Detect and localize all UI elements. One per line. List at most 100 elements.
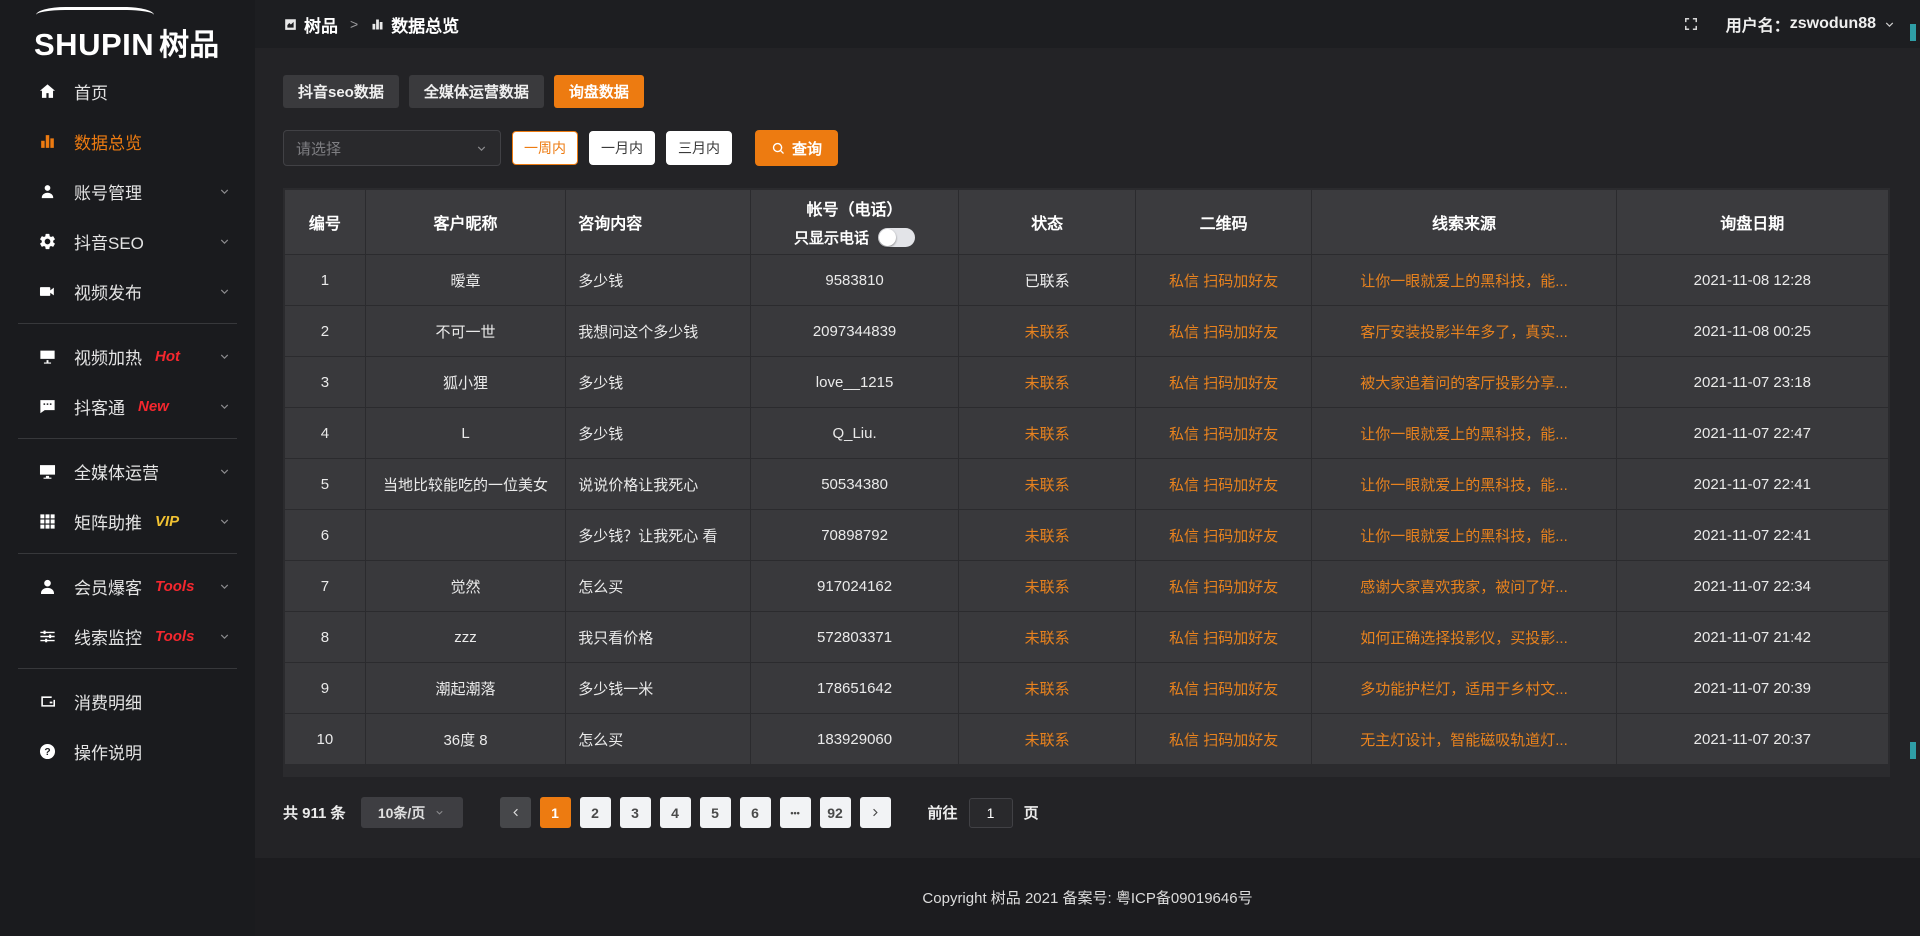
more-pages-button[interactable]: ••• bbox=[780, 797, 811, 828]
svg-text:?: ? bbox=[44, 746, 50, 757]
scrollbar-mark-bottom[interactable] bbox=[1910, 742, 1916, 759]
sidebar-item-label: 抖音SEO bbox=[74, 229, 144, 254]
qrcode-links[interactable]: 私信 扫码加好友 bbox=[1169, 477, 1278, 494]
query-button[interactable]: 查询 bbox=[755, 130, 838, 166]
filter-select[interactable]: 请选择 bbox=[283, 130, 501, 166]
cell-qrcode: 私信 扫码加好友 bbox=[1136, 357, 1312, 407]
scrollbar-mark-top[interactable] bbox=[1910, 24, 1916, 41]
tab-douyin-seo-data[interactable]: 抖音seo数据 bbox=[283, 75, 399, 108]
table-row: 5当地比较能吃的一位美女说说价格让我死心50534380未联系私信 扫码加好友让… bbox=[285, 459, 1888, 509]
cell-date: 2021-11-07 23:18 bbox=[1617, 357, 1888, 407]
sidebar-item-member-baoke[interactable]: 会员爆客Tools bbox=[0, 561, 255, 611]
cell-nickname: 不可一世 bbox=[366, 306, 566, 356]
cell-id: 2 bbox=[285, 306, 365, 356]
cell-source: 无主灯设计，智能磁吸轨道灯... bbox=[1312, 714, 1615, 764]
cell-date: 2021-11-07 22:41 bbox=[1617, 510, 1888, 560]
table-row: 1036度 8怎么买183929060未联系私信 扫码加好友无主灯设计，智能磁吸… bbox=[285, 714, 1888, 764]
qrcode-links[interactable]: 私信 扫码加好友 bbox=[1169, 681, 1278, 698]
page-button-2[interactable]: 2 bbox=[580, 797, 611, 828]
filter-select-placeholder: 请选择 bbox=[296, 138, 341, 159]
sidebar-menu: 首页数据总览账号管理抖音SEO 视频发布视频加热Hot抖客通New 全媒体运营矩阵助… bbox=[0, 64, 255, 776]
chevron-down-icon bbox=[475, 142, 488, 155]
page-button-1[interactable]: 1 bbox=[540, 797, 571, 828]
sidebar-item-video-heat[interactable]: 视频加热Hot bbox=[0, 331, 255, 381]
time-range-buttons: 一周内一月内三月内 bbox=[512, 131, 732, 165]
page-size-select[interactable]: 10条/页 bbox=[361, 797, 463, 828]
sidebar-item-media-operation[interactable]: 全媒体运营 bbox=[0, 446, 255, 496]
chevron-left-icon bbox=[509, 806, 522, 819]
source-link[interactable]: 多功能护栏灯，适用于乡村文... bbox=[1360, 681, 1568, 698]
source-link[interactable]: 被大家追着问的客厅投影分享... bbox=[1360, 375, 1568, 392]
menu-divider bbox=[18, 323, 237, 324]
sidebar-item-douyin-seo[interactable]: 抖音SEO bbox=[0, 216, 255, 266]
source-link[interactable]: 让你一眼就爱上的黑科技，能... bbox=[1360, 273, 1568, 290]
sidebar-item-badge: Hot bbox=[155, 348, 180, 365]
source-link[interactable]: 感谢大家喜欢我家，被问了好... bbox=[1360, 579, 1568, 596]
cell-content: 说说价格让我死心 bbox=[566, 459, 750, 509]
status-badge: 已联系 bbox=[1025, 273, 1070, 290]
status-badge: 未联系 bbox=[1025, 324, 1070, 341]
goto-label: 前往 bbox=[928, 802, 958, 823]
main-column: 树品 > 数据总览 用户名：zswodun88 抖音seo数据全媒体运营数据询盘… bbox=[255, 0, 1920, 936]
goto-page-input[interactable] bbox=[969, 798, 1013, 828]
column-header-0: 编号 bbox=[285, 190, 365, 254]
qrcode-links[interactable]: 私信 扫码加好友 bbox=[1169, 732, 1278, 749]
user-menu[interactable]: 用户名：zswodun88 bbox=[1726, 12, 1896, 36]
page-button-3[interactable]: 3 bbox=[620, 797, 651, 828]
sidebar-item-help[interactable]: ?操作说明 bbox=[0, 726, 255, 776]
sidebar-item-home[interactable]: 首页 bbox=[0, 66, 255, 116]
qrcode-links[interactable]: 私信 扫码加好友 bbox=[1169, 273, 1278, 290]
phone-only-toggle[interactable] bbox=[878, 228, 915, 247]
page-button-4[interactable]: 4 bbox=[660, 797, 691, 828]
source-link[interactable]: 如何正确选择投影仪，买投影... bbox=[1360, 630, 1568, 647]
cell-id: 5 bbox=[285, 459, 365, 509]
sidebar-item-data-overview[interactable]: 数据总览 bbox=[0, 116, 255, 166]
menu-divider bbox=[18, 438, 237, 439]
phone-toggle-row: 只显示电话 bbox=[751, 227, 958, 248]
breadcrumb-separator: > bbox=[350, 16, 358, 32]
cell-source: 让你一眼就爱上的黑科技，能... bbox=[1312, 255, 1615, 305]
cell-qrcode: 私信 扫码加好友 bbox=[1136, 408, 1312, 458]
time-button-three-months[interactable]: 三月内 bbox=[666, 131, 732, 165]
page-button-6[interactable]: 6 bbox=[740, 797, 771, 828]
username-value: zswodun88 bbox=[1790, 15, 1876, 33]
wallet-icon bbox=[38, 692, 57, 711]
cell-id: 1 bbox=[285, 255, 365, 305]
cell-status: 未联系 bbox=[959, 408, 1135, 458]
sidebar-item-label: 线索监控 bbox=[74, 624, 142, 649]
qrcode-links[interactable]: 私信 扫码加好友 bbox=[1169, 630, 1278, 647]
qrcode-links[interactable]: 私信 扫码加好友 bbox=[1169, 528, 1278, 545]
cell-date: 2021-11-08 12:28 bbox=[1617, 255, 1888, 305]
time-button-one-month[interactable]: 一月内 bbox=[589, 131, 655, 165]
qrcode-links[interactable]: 私信 扫码加好友 bbox=[1169, 375, 1278, 392]
account-column-title: 帐号（电话） bbox=[751, 196, 958, 220]
sidebar-item-account-manage[interactable]: 账号管理 bbox=[0, 166, 255, 216]
time-button-one-week[interactable]: 一周内 bbox=[512, 131, 578, 165]
tab-media-operation-data[interactable]: 全媒体运营数据 bbox=[409, 75, 544, 108]
cell-content: 多少钱一米 bbox=[566, 663, 750, 713]
sidebar-item-douketong[interactable]: 抖客通New bbox=[0, 381, 255, 431]
page-button-92[interactable]: 92 bbox=[820, 797, 851, 828]
sidebar-item-label: 抖客通 bbox=[74, 394, 125, 419]
sidebar-item-video-publish[interactable]: 视频发布 bbox=[0, 266, 255, 316]
source-link[interactable]: 无主灯设计，智能磁吸轨道灯... bbox=[1360, 732, 1568, 749]
source-link[interactable]: 客厅安装投影半年多了，真实... bbox=[1360, 324, 1568, 341]
prev-page-button[interactable] bbox=[500, 797, 531, 828]
chevron-down-icon bbox=[434, 807, 445, 818]
page-button-5[interactable]: 5 bbox=[700, 797, 731, 828]
qrcode-links[interactable]: 私信 扫码加好友 bbox=[1169, 426, 1278, 443]
qrcode-links[interactable]: 私信 扫码加好友 bbox=[1169, 324, 1278, 341]
next-page-button[interactable] bbox=[860, 797, 891, 828]
sidebar-item-matrix-boost[interactable]: 矩阵助推VIP bbox=[0, 496, 255, 546]
source-link[interactable]: 让你一眼就爱上的黑科技，能... bbox=[1360, 426, 1568, 443]
sidebar-item-clue-monitor[interactable]: 线索监控Tools bbox=[0, 611, 255, 661]
cell-id: 10 bbox=[285, 714, 365, 764]
sidebar-item-consume-detail[interactable]: 消费明细 bbox=[0, 676, 255, 726]
fullscreen-icon[interactable] bbox=[1682, 15, 1700, 33]
logo[interactable]: SHUPIN树品 bbox=[0, 0, 255, 64]
tab-inquiry-data[interactable]: 询盘数据 bbox=[554, 75, 644, 108]
source-link[interactable]: 让你一眼就爱上的黑科技，能... bbox=[1360, 477, 1568, 494]
qrcode-links[interactable]: 私信 扫码加好友 bbox=[1169, 579, 1278, 596]
source-link[interactable]: 让你一眼就爱上的黑科技，能... bbox=[1360, 528, 1568, 545]
breadcrumb-root[interactable]: 树品 bbox=[304, 12, 338, 37]
